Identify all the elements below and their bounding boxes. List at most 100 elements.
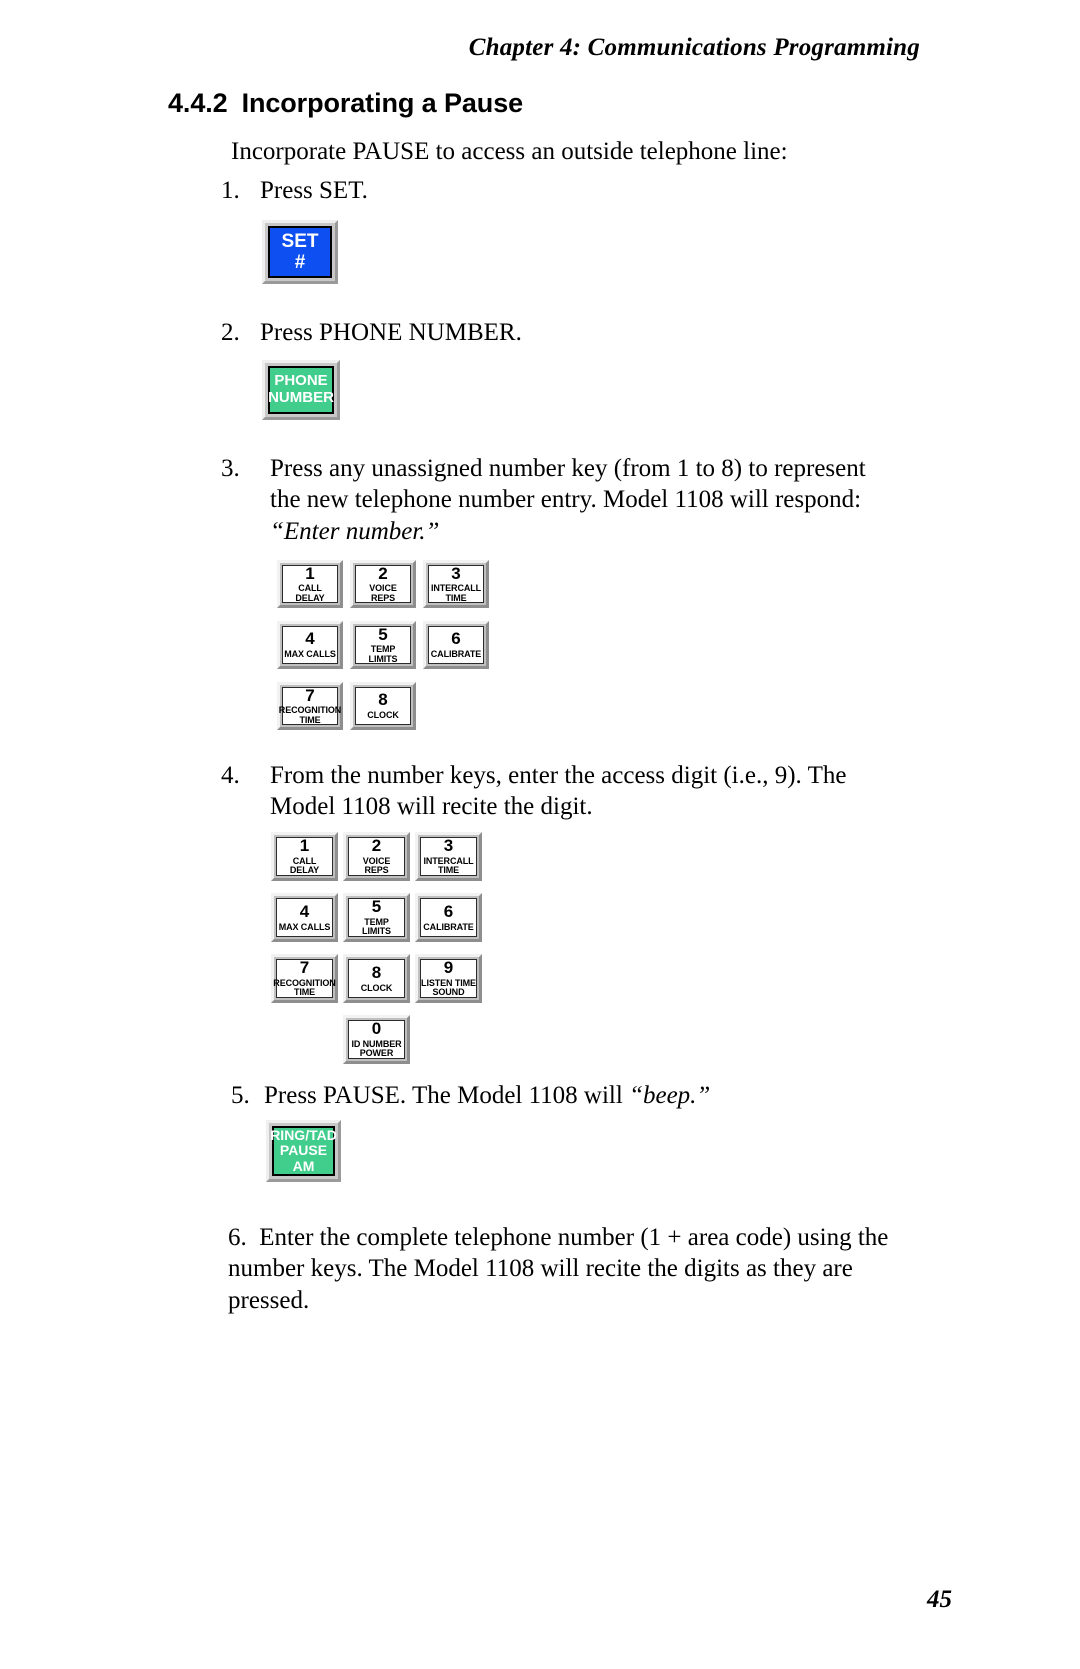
- step-5-text: Press PAUSE. The Model 1108 will: [264, 1082, 630, 1109]
- keypad-a-row-3: 7 RECOGNITION TIME 8 CLOCK: [277, 682, 496, 730]
- key-8-cap: 8 CLOCK: [348, 959, 405, 998]
- key-1-label: CALL DELAY: [295, 583, 325, 603]
- step-2-marker: 2.: [221, 319, 240, 346]
- step-5-marker: 5.: [231, 1082, 250, 1109]
- key-3-cap: 3 INTERCALL TIME: [420, 837, 477, 876]
- key-8-label: CLOCK: [360, 982, 393, 993]
- number-keypad-partial: 1 CALL DELAY 2 VOICE REPS 3 INTERCALL TI…: [277, 560, 496, 743]
- set-key[interactable]: SET #: [262, 220, 338, 284]
- key-4[interactable]: 4 MAX CALLS: [271, 893, 338, 942]
- key-1-label: CALL DELAY: [289, 855, 320, 876]
- key-6[interactable]: 6 CALIBRATE: [423, 621, 489, 669]
- key-3-cap: 3 INTERCALL TIME: [428, 563, 484, 603]
- step-4-line2: Model 1108 will recite the digit.: [270, 793, 593, 821]
- step-3-line2: the new telephone number entry. Model 11…: [270, 486, 862, 514]
- key-6-cap: 6 CALIBRATE: [428, 626, 484, 664]
- key-7-label: RECOGNITION TIME: [273, 977, 336, 998]
- key-2-digit: 2: [371, 836, 382, 856]
- key-5-cap: 5 TEMP LIMITS: [355, 625, 411, 664]
- key-3-digit: 3: [443, 836, 454, 856]
- key-6-label: CALIBRATE: [423, 921, 474, 932]
- step-1-text: Press SET.: [260, 177, 368, 204]
- keypad-b-row-3: 7 RECOGNITION TIME 8 CLOCK 9 LISTEN TIME…: [271, 954, 487, 1003]
- phone-number-key[interactable]: PHONE NUMBER: [262, 360, 340, 420]
- key-5[interactable]: 5 TEMP LIMITS: [343, 893, 410, 942]
- section-title: Incorporating a Pause: [241, 88, 524, 118]
- phone-number-key-label-line2: NUMBER: [268, 389, 334, 406]
- key-2-cap: 2 VOICE REPS: [348, 837, 405, 876]
- phone-number-key-cap: PHONE NUMBER: [268, 366, 334, 414]
- key-1-digit: 1: [299, 836, 310, 856]
- key-4[interactable]: 4 MAX CALLS: [277, 621, 343, 669]
- key-9[interactable]: 9 LISTEN TIME SOUND: [415, 954, 482, 1003]
- key-3[interactable]: 3 INTERCALL TIME: [423, 560, 489, 608]
- key-9-label: LISTEN TIME SOUND: [421, 977, 476, 998]
- pause-key-cap: RING/TAD PAUSE AM: [270, 1126, 337, 1176]
- key-6-digit: 6: [443, 901, 454, 921]
- key-8-label: CLOCK: [367, 710, 399, 721]
- step-2-text: Press PHONE NUMBER.: [260, 319, 522, 346]
- phone-number-key-label-line1: PHONE: [274, 372, 328, 390]
- pause-key-label-line2: PAUSE: [279, 1142, 328, 1159]
- key-4-digit: 4: [305, 629, 315, 649]
- key-5-label: TEMP LIMITS: [362, 916, 391, 937]
- key-7-digit: 7: [305, 685, 315, 705]
- keypad-a-row-2: 4 MAX CALLS 5 TEMP LIMITS 6 CALIBRATE: [277, 621, 496, 669]
- key-3-label: INTERCALL TIME: [430, 583, 482, 603]
- keypad-b-row-4: 0 ID NUMBER POWER: [343, 1015, 487, 1064]
- key-8[interactable]: 8 CLOCK: [350, 682, 416, 730]
- key-7-cap: 7 RECOGNITION TIME: [279, 685, 341, 725]
- key-6-digit: 6: [451, 629, 461, 649]
- key-5[interactable]: 5 TEMP LIMITS: [350, 621, 416, 669]
- key-4-cap: 4 MAX CALLS: [282, 626, 338, 664]
- key-3-label: INTERCALL TIME: [423, 855, 474, 876]
- key-8-cap: 8 CLOCK: [355, 687, 411, 725]
- key-2-label: VOICE REPS: [369, 583, 397, 603]
- key-8[interactable]: 8 CLOCK: [343, 954, 410, 1003]
- number-keypad-full: 1 CALL DELAY 2 VOICE REPS 3 INTERCALL TI…: [271, 832, 487, 1076]
- step-6-line1: 6. Enter the complete telephone number (…: [228, 1222, 928, 1253]
- key-7[interactable]: 7 RECOGNITION TIME: [271, 954, 338, 1003]
- pause-key-label-line3: AM: [292, 1157, 315, 1174]
- key-2[interactable]: 2 VOICE REPS: [343, 832, 410, 881]
- document-page: Chapter 4: Communications Programming 4.…: [0, 0, 1080, 1669]
- key-6-label: CALIBRATE: [430, 649, 482, 660]
- key-6-cap: 6 CALIBRATE: [420, 898, 477, 937]
- intro-paragraph: Incorporate PAUSE to access an outside t…: [231, 138, 788, 165]
- set-key-cap: SET #: [268, 226, 332, 278]
- key-2[interactable]: 2 VOICE REPS: [350, 560, 416, 608]
- keypad-a-row-1: 1 CALL DELAY 2 VOICE REPS 3 INTERCALL TI…: [277, 560, 496, 608]
- key-0[interactable]: 0 ID NUMBER POWER: [343, 1015, 410, 1064]
- key-0-cap: 0 ID NUMBER POWER: [348, 1020, 405, 1059]
- key-1-digit: 1: [305, 563, 315, 583]
- step-6-line3: pressed.: [228, 1286, 310, 1314]
- key-0-digit: 0: [371, 1019, 382, 1039]
- key-5-cap: 5 TEMP LIMITS: [348, 898, 405, 937]
- key-7[interactable]: 7 RECOGNITION TIME: [277, 682, 343, 730]
- key-2-digit: 2: [378, 563, 388, 583]
- page-number: 45: [927, 1586, 952, 1613]
- key-1[interactable]: 1 CALL DELAY: [271, 832, 338, 881]
- key-2-label: VOICE REPS: [362, 855, 391, 876]
- keypad-b-row-2: 4 MAX CALLS 5 TEMP LIMITS 6 CALIBRATE: [271, 893, 487, 942]
- step-6-line2: number keys. The Model 1108 will recite …: [228, 1255, 853, 1283]
- step-2: 2. Press PHONE NUMBER.: [221, 317, 522, 348]
- step-3: 3. Press any unassigned number key (from…: [221, 453, 911, 547]
- step-4-marker: 4.: [221, 762, 240, 789]
- set-key-label-line2: #: [294, 252, 306, 273]
- key-1-cap: 1 CALL DELAY: [282, 563, 338, 603]
- key-6[interactable]: 6 CALIBRATE: [415, 893, 482, 942]
- running-head: Chapter 4: Communications Programming: [468, 34, 920, 61]
- key-3-digit: 3: [451, 563, 461, 583]
- key-1[interactable]: 1 CALL DELAY: [277, 560, 343, 608]
- step-1-marker: 1.: [221, 177, 240, 204]
- step-5: 5. Press PAUSE. The Model 1108 will “bee…: [231, 1080, 931, 1111]
- step-5-quote: “beep.”: [629, 1082, 711, 1109]
- key-8-digit: 8: [378, 690, 388, 710]
- key-9-digit: 9: [443, 958, 454, 978]
- pause-key[interactable]: RING/TAD PAUSE AM: [266, 1120, 341, 1182]
- key-3[interactable]: 3 INTERCALL TIME: [415, 832, 482, 881]
- step-6: 6. Enter the complete telephone number (…: [228, 1222, 928, 1316]
- key-9-cap: 9 LISTEN TIME SOUND: [420, 959, 477, 998]
- key-7-cap: 7 RECOGNITION TIME: [273, 959, 336, 998]
